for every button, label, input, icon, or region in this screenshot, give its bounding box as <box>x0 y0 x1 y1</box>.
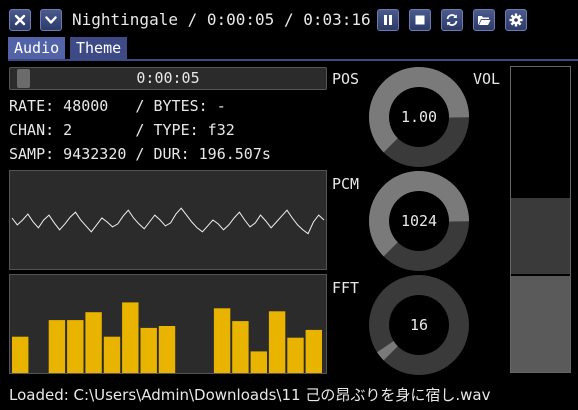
tab-underline <box>8 59 578 61</box>
fft-bar <box>305 329 322 373</box>
waveform-plot <box>11 207 325 235</box>
stop-button[interactable] <box>409 9 431 31</box>
elapsed-time: 0:00:05 <box>206 10 275 29</box>
fft-bar <box>287 337 304 373</box>
fft-bar <box>250 351 267 373</box>
tab-theme[interactable]: Theme <box>70 37 128 59</box>
gear-icon <box>509 13 523 27</box>
stop-icon <box>415 15 425 25</box>
vol-label: VOL <box>473 70 501 88</box>
waveform-panel <box>9 170 327 270</box>
fft-bar <box>232 321 249 373</box>
fft-label: FFT <box>332 279 360 297</box>
fft-bar <box>140 327 157 373</box>
repeat-icon <box>446 14 458 26</box>
seek-bar[interactable]: 0:00:05 <box>9 67 327 90</box>
open-file-button[interactable] <box>473 9 495 31</box>
repeat-button[interactable] <box>441 9 463 31</box>
minimize-button[interactable] <box>40 9 62 31</box>
pcm-label: PCM <box>332 175 360 193</box>
fft-knob[interactable]: 16 <box>368 274 470 376</box>
volume-fill <box>511 274 570 372</box>
waveform-line <box>11 207 325 235</box>
info-rate-line: RATE: 48000 / BYTES: - <box>9 97 226 115</box>
status-text: Loaded: C:\Users\Admin\Downloads\11 己の昂ぶ… <box>9 386 491 404</box>
chevron-down-icon <box>45 16 57 24</box>
fft-bar <box>103 336 121 373</box>
pause-button[interactable] <box>377 9 399 31</box>
total-duration: 0:03:16 <box>303 10 371 29</box>
pos-knob[interactable]: 1.00 <box>368 66 470 168</box>
fft-plot <box>12 302 322 373</box>
settings-button[interactable] <box>505 9 527 31</box>
fft-bar <box>158 326 176 373</box>
fft-bar <box>213 308 231 373</box>
pos-knob-value: 1.00 <box>401 108 437 126</box>
fft-bar <box>268 311 286 373</box>
pause-icon <box>384 15 392 25</box>
volume-slider[interactable] <box>510 66 571 373</box>
seek-time: 0:00:05 <box>136 69 200 87</box>
tab-audio[interactable]: Audio <box>8 37 66 59</box>
pcm-knob[interactable]: 1024 <box>368 170 470 272</box>
fft-knob-value: 16 <box>410 316 428 334</box>
fft-panel <box>9 274 327 374</box>
window-title: Nightingale / 0:00:05 / 0:03:16 <box>72 10 371 29</box>
info-chan-line: CHAN: 2 / TYPE: f32 <box>9 121 235 139</box>
folder-open-icon <box>478 16 491 25</box>
close-icon <box>14 14 26 26</box>
fft-bar <box>48 320 66 373</box>
fft-bar <box>122 302 139 373</box>
info-samp-line: SAMP: 9432320 / DUR: 196.507s <box>9 145 271 163</box>
fft-bar <box>12 336 29 373</box>
fft-bar <box>67 320 84 373</box>
pcm-knob-value: 1024 <box>401 212 437 230</box>
pos-label: POS <box>332 70 360 88</box>
close-button[interactable] <box>9 9 31 31</box>
fft-bar <box>85 312 102 373</box>
track-name: Nightingale <box>72 10 178 29</box>
